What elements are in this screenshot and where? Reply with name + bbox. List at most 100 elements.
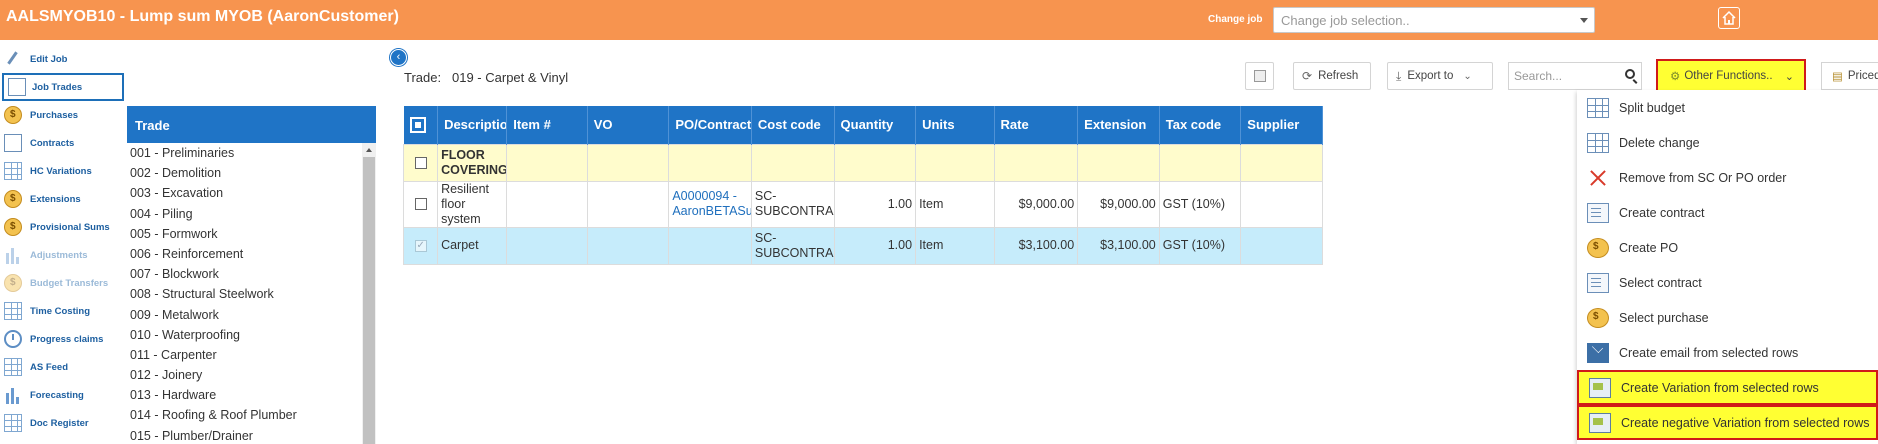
cell-po[interactable]: A0000094 - AaronBETASupplier <box>668 180 752 228</box>
row-checkbox[interactable] <box>414 198 427 211</box>
cell-description: Resilient floor system <box>437 180 508 228</box>
trade-list-item[interactable]: 013 - Hardware <box>127 385 376 405</box>
menu-item-split-budget[interactable]: Split budget <box>1577 90 1878 125</box>
column-header-quantity[interactable]: Quantity <box>834 106 917 144</box>
cell-tax-code: GST (10%) <box>1158 226 1242 265</box>
trade-list-item[interactable]: 010 - Waterproofing <box>127 325 376 345</box>
cell-description: FLOOR COVERING <box>437 143 508 182</box>
column-header-vo[interactable]: VO <box>587 106 670 144</box>
search-icon[interactable] <box>1625 69 1635 79</box>
collapse-panel-button[interactable]: ‹ <box>390 49 407 66</box>
menu-item-create-variation-from-selected-rows[interactable]: Create Variation from selected rows <box>1577 370 1878 405</box>
nav-item-extensions[interactable]: Extensions <box>0 185 126 213</box>
column-header-cost-code[interactable]: Cost code <box>751 106 835 144</box>
row-checkbox-cell[interactable] <box>402 226 439 265</box>
row-checkbox[interactable] <box>414 238 427 253</box>
trade-list-item[interactable]: 001 - Preliminaries <box>127 143 376 163</box>
column-header-tax-code[interactable]: Tax code <box>1159 106 1242 144</box>
nav-item-job-trades[interactable]: Job Trades <box>2 73 124 101</box>
trade-list-item[interactable]: 012 - Joinery <box>127 365 376 385</box>
column-header-description[interactable]: Description <box>437 106 508 144</box>
column-header-po-contract[interactable]: PO/Contract <box>668 106 752 144</box>
cell-po[interactable] <box>668 226 752 265</box>
cell-units: Item <box>915 226 995 265</box>
menu-item-create-email-from-selected-rows[interactable]: Create email from selected rows <box>1577 335 1878 370</box>
nav-item-as-feed[interactable]: AS Feed <box>0 353 126 381</box>
menu-item-select-purchase[interactable]: Select purchase <box>1577 300 1878 335</box>
nav-item-time-costing[interactable]: Time Costing <box>0 297 126 325</box>
column-header-supplier[interactable]: Supplier <box>1240 106 1323 144</box>
trade-list-item[interactable]: 015 - Plumber/Drainer <box>127 426 376 444</box>
menu-item-label: Select purchase <box>1619 310 1709 325</box>
trade-list-item[interactable]: 003 - Excavation <box>127 183 376 203</box>
menu-item-label: Split budget <box>1619 100 1686 115</box>
chevron-left-icon: ‹ <box>396 51 401 63</box>
search-input[interactable] <box>1509 63 1617 89</box>
grid-icon <box>4 302 22 320</box>
cell-cost-code <box>750 143 835 182</box>
nav-item-progress-claims[interactable]: Progress claims <box>0 325 126 353</box>
square-icon <box>1253 70 1266 82</box>
nav-item-hc-variations[interactable]: HC Variations <box>0 157 126 185</box>
menu-item-label: Create negative Variation from selected … <box>1621 415 1870 430</box>
cell-quantity: 1.00 <box>833 226 917 265</box>
priced-button[interactable]: ▤ Priced <box>1821 62 1878 90</box>
search-box[interactable] <box>1508 62 1642 90</box>
nav-item-contracts[interactable]: Contracts <box>0 129 126 157</box>
row-checkbox[interactable] <box>414 156 427 169</box>
export-button[interactable]: ⤓ Export to ⌄ <box>1387 62 1493 90</box>
refresh-button[interactable]: ⟳ Refresh <box>1293 62 1371 90</box>
nav-item-budget-transfers[interactable]: Budget Transfers <box>0 269 126 297</box>
menu-item-remove-from-sc-or-po-order[interactable]: Remove from SC Or PO order <box>1577 160 1878 195</box>
menu-item-select-contract[interactable]: Select contract <box>1577 265 1878 300</box>
trade-list-item[interactable]: 005 - Formwork <box>127 224 376 244</box>
column-header-rate[interactable]: Rate <box>994 106 1079 144</box>
row-checkbox-cell[interactable] <box>402 180 439 228</box>
extensions-icon <box>4 190 22 208</box>
select-all-checkbox[interactable] <box>403 106 439 144</box>
menu-item-create-negative-variation-from-selected-rows[interactable]: Create negative Variation from selected … <box>1577 405 1878 440</box>
nav-item-forecasting[interactable]: Forecasting <box>0 381 126 409</box>
trade-list-item[interactable]: 011 - Carpenter <box>127 345 376 365</box>
cell-po[interactable] <box>668 143 752 182</box>
nav-item-provisional-sums[interactable]: Provisional Sums <box>0 213 126 241</box>
cell-vo <box>586 143 670 182</box>
trade-list-item[interactable]: 008 - Structural Steelwork <box>127 284 376 304</box>
home-button[interactable] <box>1718 7 1740 29</box>
column-header-item-[interactable]: Item # <box>506 106 588 144</box>
trade-list-item[interactable]: 009 - Metalwork <box>127 305 376 325</box>
cell-units: Item <box>915 180 995 228</box>
scrollbar-thumb[interactable] <box>363 157 375 444</box>
table-row[interactable]: Resilient floor system A0000094 - AaronBE… <box>402 180 1323 228</box>
nav-item-adjustments[interactable]: Adjustments <box>0 241 126 269</box>
trade-list-item[interactable]: 006 - Reinforcement <box>127 244 376 264</box>
view-toggle-button[interactable] <box>1245 62 1274 90</box>
coin-icon <box>4 106 22 124</box>
menu-item-delete-change[interactable]: Delete change <box>1577 125 1878 160</box>
nav-item-edit-job[interactable]: Edit Job <box>0 45 126 73</box>
nav-item-doc-register[interactable]: Doc Register <box>0 409 126 437</box>
column-header-extension[interactable]: Extension <box>1077 106 1160 144</box>
trade-label: Trade: <box>404 70 442 85</box>
trade-list: 001 - Preliminaries 002 - Demolition 003 -… <box>127 143 376 444</box>
menu-item-create-po[interactable]: Create PO <box>1577 230 1878 265</box>
menu-item-label: Delete change <box>1619 135 1700 150</box>
trade-list-item[interactable]: 014 - Roofing & Roof Plumber <box>127 405 376 425</box>
trade-scrollbar[interactable] <box>362 143 376 444</box>
table-row[interactable]: CarpetSC-SUBCONTRACT1.00Item$3,100.00$3,… <box>402 226 1323 265</box>
row-checkbox-cell[interactable] <box>402 143 439 182</box>
variation-icon <box>1589 377 1611 398</box>
trade-list-item[interactable]: 002 - Demolition <box>127 163 376 183</box>
menu-item-create-contract[interactable]: Create contract <box>1577 195 1878 230</box>
cell-tax-code <box>1158 143 1242 182</box>
change-job-select[interactable]: Change job selection.. <box>1273 7 1595 33</box>
trade-list-item[interactable]: 007 - Blockwork <box>127 264 376 284</box>
column-header-units[interactable]: Units <box>915 106 995 144</box>
group-row[interactable]: FLOOR COVERING <box>402 143 1323 182</box>
trade-list-item[interactable]: 004 - Piling <box>127 204 376 224</box>
other-functions-button[interactable]: ⚙ Other Functions.. ⌄ <box>1656 59 1806 93</box>
other-functions-menu: Split budget Delete change Remove from SC … <box>1577 90 1878 444</box>
nav-item-purchases[interactable]: Purchases <box>0 101 126 129</box>
scroll-up-icon[interactable] <box>366 148 372 152</box>
coin-icon <box>1587 307 1609 328</box>
